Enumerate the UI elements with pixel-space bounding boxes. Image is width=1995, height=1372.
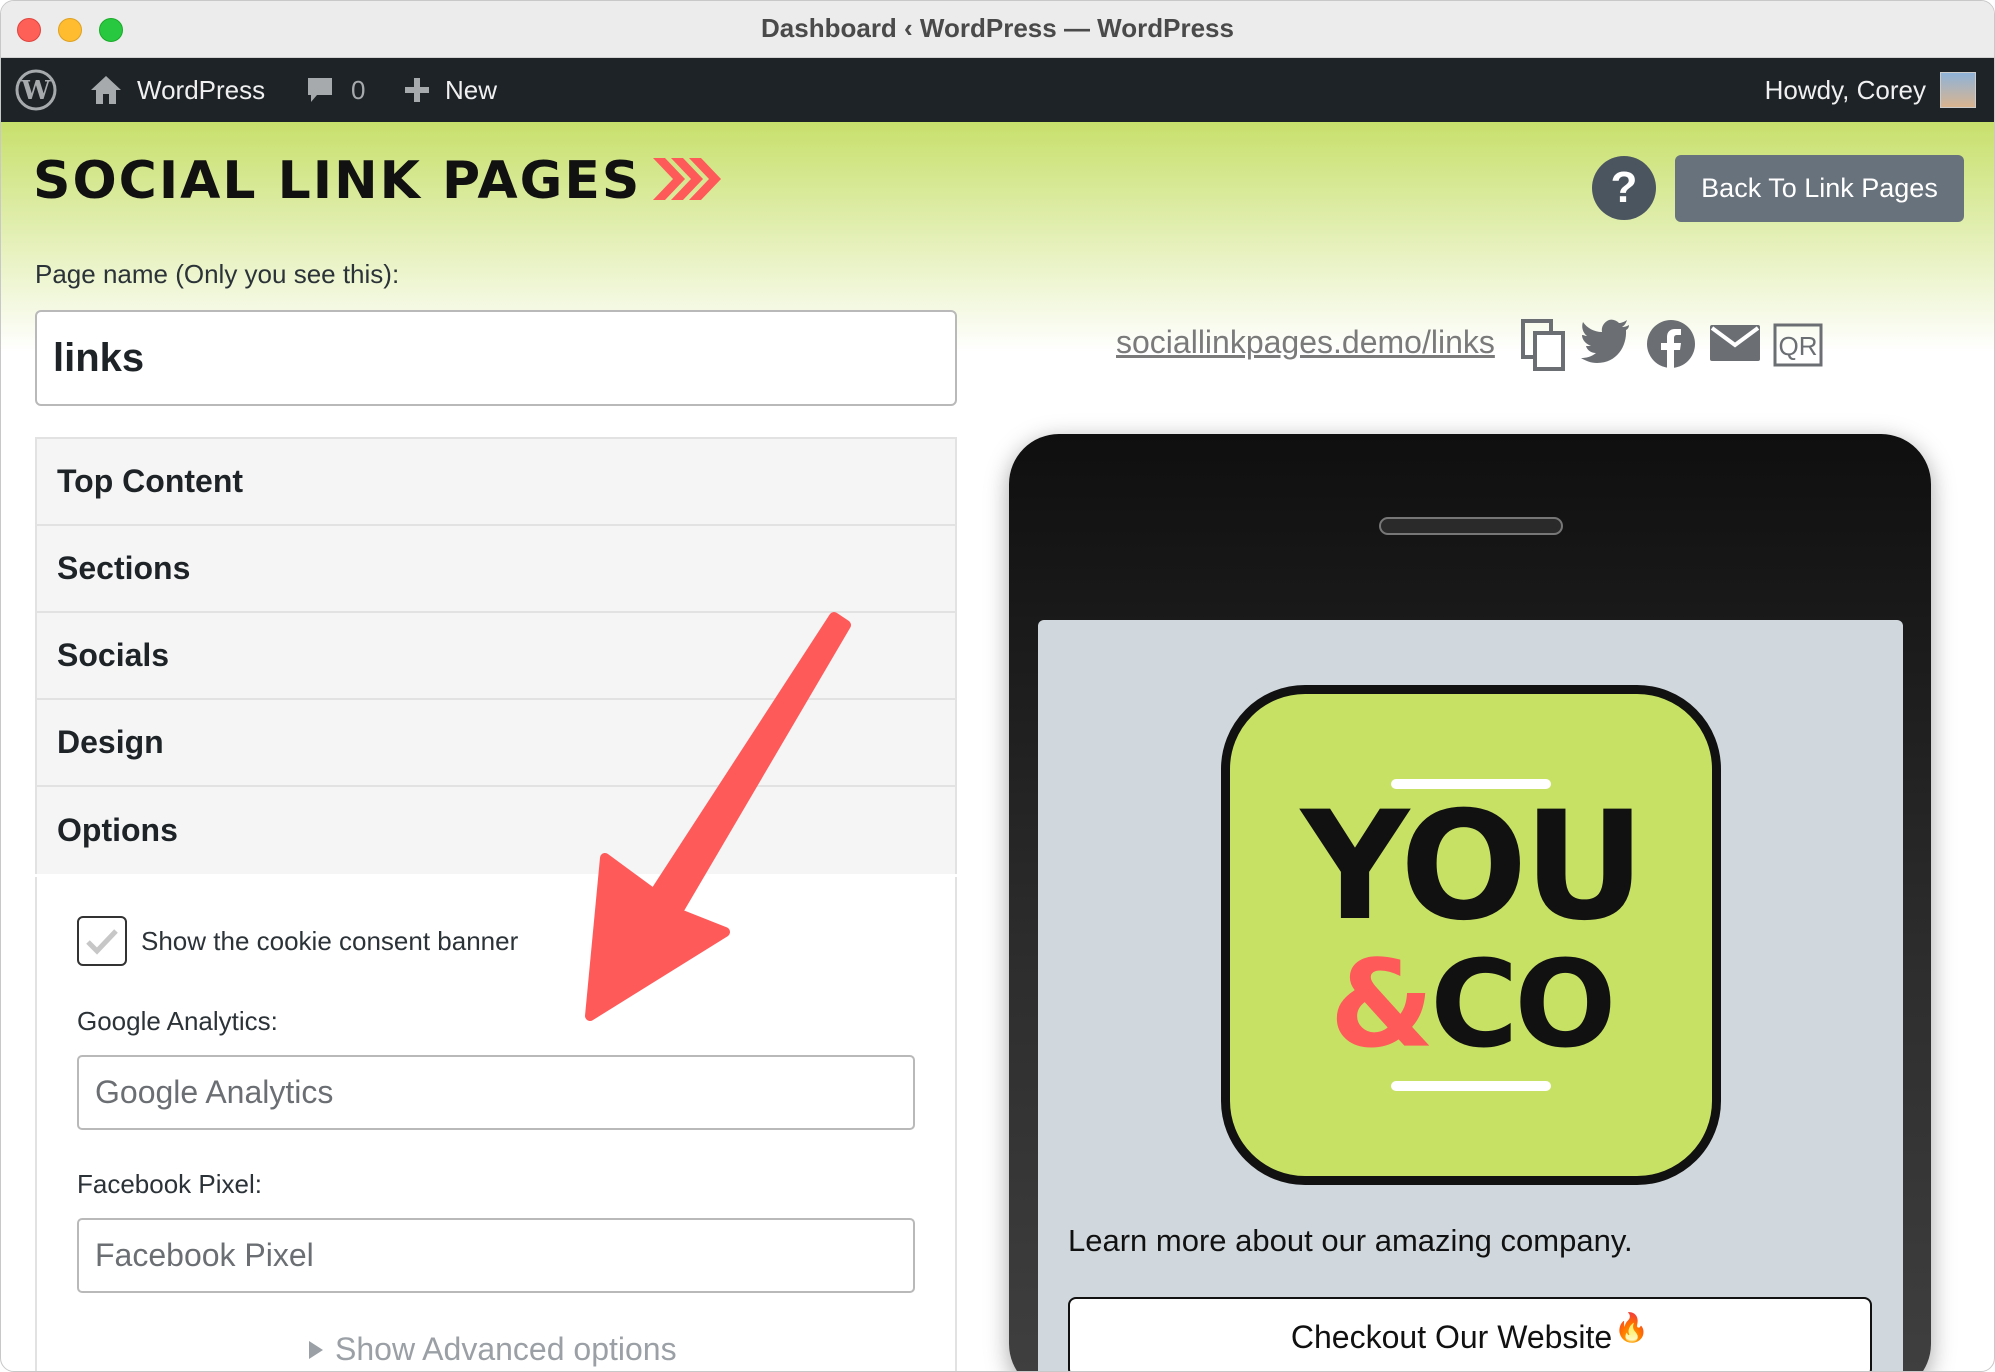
qr-icon[interactable]: QR <box>1773 319 1825 371</box>
twitter-icon[interactable] <box>1581 319 1633 371</box>
settings-accordion: Top Content Sections Socials Design Opti… <box>35 437 957 874</box>
fire-icon: 🔥 <box>1614 1311 1650 1343</box>
logo-ampersand: & <box>1329 936 1435 1075</box>
accordion-socials[interactable]: Socials <box>37 613 955 700</box>
page-name-label: Page name (Only you see this): <box>35 259 400 289</box>
home-icon <box>89 74 123 106</box>
back-to-link-pages-button[interactable]: Back To Link Pages <box>1675 155 1964 222</box>
help-question-icon: ? <box>1610 163 1638 212</box>
checkout-website-label: Checkout Our Website <box>1290 1318 1613 1355</box>
logo-text-co-line: &CO <box>1291 941 1651 1071</box>
cookie-consent-label: Show the cookie consent banner <box>141 926 519 956</box>
logo-text-you: YOU <box>1300 780 1646 954</box>
logo-text-co: CO <box>1430 936 1616 1075</box>
accordion-sections[interactable]: Sections <box>37 526 955 613</box>
plus-icon <box>403 76 431 104</box>
accordion-options[interactable]: Options <box>37 787 955 874</box>
facebook-pixel-input[interactable]: Facebook Pixel <box>77 1218 915 1293</box>
cookie-consent-checkbox[interactable] <box>77 916 127 966</box>
svg-text:W: W <box>20 76 51 106</box>
page-name-input[interactable]: links <box>35 310 957 406</box>
phone-speaker <box>1379 517 1563 535</box>
site-name-link[interactable]: WordPress <box>89 58 265 122</box>
comment-bubble-icon <box>305 75 335 105</box>
greeting-text: Howdy, Corey <box>1764 74 1926 105</box>
show-advanced-options-toggle[interactable]: Show Advanced options <box>307 1331 677 1368</box>
window-title: Dashboard ‹ WordPress — WordPress <box>761 13 1234 43</box>
new-label: New <box>445 74 498 105</box>
checkout-website-button[interactable]: Checkout Our Website 🔥 <box>1068 1297 1872 1371</box>
my-account-link[interactable]: Howdy, Corey <box>1765 58 1976 122</box>
copy-icon[interactable] <box>1521 319 1573 371</box>
preview-description: Learn more about our amazing company. <box>1068 1223 1633 1258</box>
email-icon[interactable] <box>1710 319 1762 371</box>
wp-admin-bar: W WordPress 0 New Howdy, Corey <box>1 58 1994 122</box>
brand-chevrons-icon <box>651 156 723 207</box>
brand-title: SOCIAL LINK PAGES <box>33 151 642 211</box>
accordion-design[interactable]: Design <box>37 700 955 787</box>
google-analytics-input[interactable]: Google Analytics <box>77 1055 915 1130</box>
checkmark-icon <box>86 929 118 955</box>
accordion-top-content[interactable]: Top Content <box>37 439 955 526</box>
triangle-right-icon <box>309 1340 323 1359</box>
qr-label: QR <box>1779 331 1818 361</box>
plugin-brand: SOCIAL LINK PAGES <box>33 151 723 211</box>
advanced-options-label: Show Advanced options <box>335 1331 677 1367</box>
public-page-link[interactable]: sociallinkpages.demo/links <box>1116 324 1495 361</box>
logo-decor-line-bottom <box>1391 1081 1551 1091</box>
site-name-label: WordPress <box>137 74 266 105</box>
help-button[interactable]: ? <box>1592 156 1656 220</box>
google-analytics-label: Google Analytics: <box>77 1006 278 1036</box>
window-titlebar: Dashboard ‹ WordPress — WordPress <box>1 1 1994 58</box>
comments-count: 0 <box>351 74 366 105</box>
facebook-pixel-label: Facebook Pixel: <box>77 1169 262 1199</box>
new-content-link[interactable]: New <box>403 58 497 122</box>
wordpress-logo-icon[interactable]: W <box>15 58 57 122</box>
avatar <box>1940 72 1976 108</box>
facebook-icon[interactable] <box>1646 319 1698 371</box>
browser-window: Dashboard ‹ WordPress — WordPress W Word… <box>0 0 1995 1372</box>
comments-link[interactable]: 0 <box>305 58 365 122</box>
